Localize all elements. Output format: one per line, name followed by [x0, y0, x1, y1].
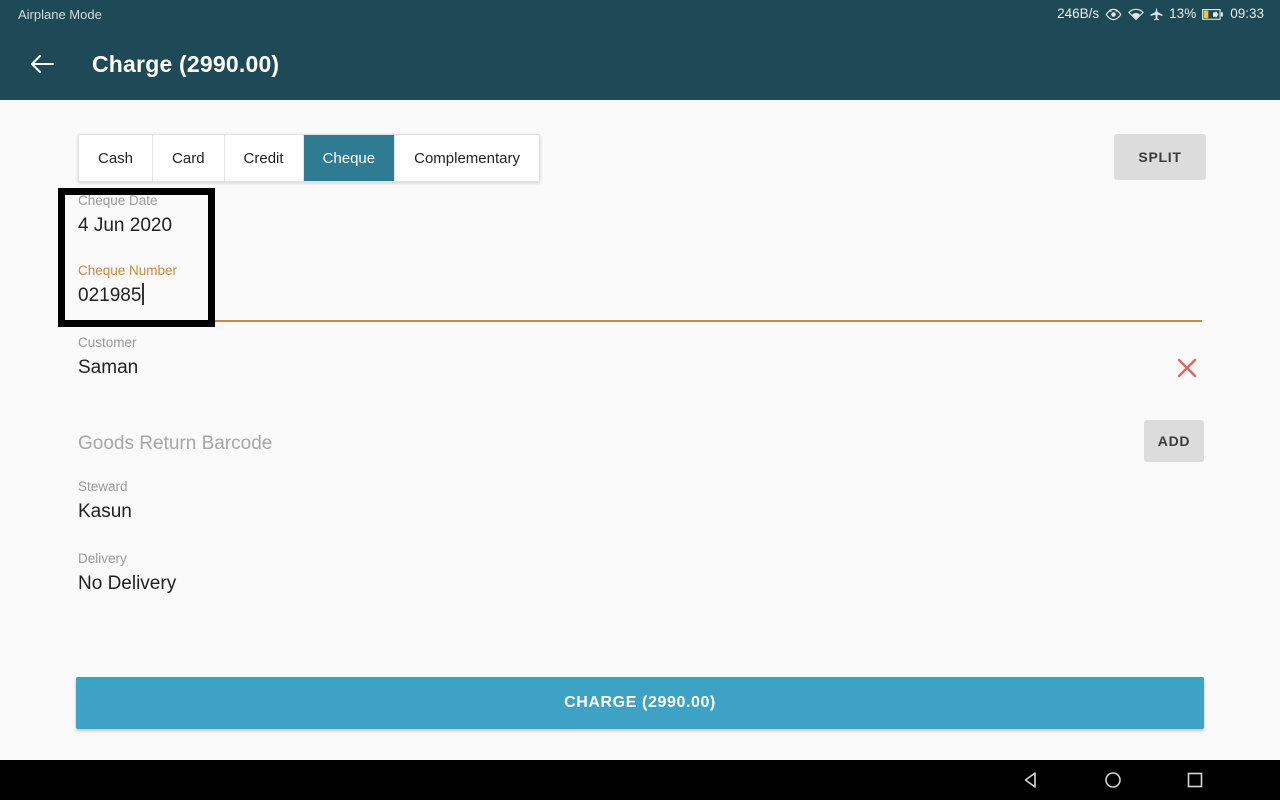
cheque-date-field[interactable]: Cheque Date 4 Jun 2020 — [78, 192, 1202, 240]
goods-return-barcode-input[interactable]: Goods Return Barcode — [78, 430, 1202, 458]
split-button[interactable]: SPLIT — [1114, 134, 1206, 180]
battery-icon — [1202, 8, 1224, 21]
cheque-date-label: Cheque Date — [78, 193, 158, 208]
cheque-number-underline — [78, 320, 1202, 322]
goods-return-barcode-field[interactable]: Goods Return Barcode — [78, 430, 1202, 458]
airplane-mode-label: Airplane Mode — [18, 6, 102, 22]
android-navigation-bar — [0, 760, 1280, 800]
status-bar-right: 246B/s 13% 09:33 — [1057, 7, 1270, 21]
delivery-label: Delivery — [78, 551, 127, 566]
payment-method-tabs: Cash Card Credit Cheque Complementary — [78, 134, 540, 182]
status-bar-left: Airplane Mode — [10, 8, 102, 21]
network-speed-label: 246B/s — [1057, 6, 1100, 22]
customer-label: Customer — [78, 335, 137, 350]
customer-field[interactable]: Customer Saman — [78, 334, 1202, 382]
cheque-date-value: 4 Jun 2020 — [78, 215, 173, 236]
main-content: Cash Card Credit Cheque Complementary SP… — [0, 100, 1280, 760]
text-caret — [142, 283, 144, 305]
app-bar: Charge (2990.00) — [0, 28, 1280, 100]
delivery-field[interactable]: Delivery No Delivery — [78, 550, 1202, 598]
steward-value: Kasun — [78, 501, 132, 522]
nav-home-circle-icon[interactable] — [1072, 760, 1154, 800]
back-arrow-icon[interactable] — [14, 36, 70, 92]
delivery-value: No Delivery — [78, 573, 177, 594]
customer-value: Saman — [78, 357, 139, 378]
cheque-number-field[interactable]: Cheque Number 021985 — [78, 262, 1202, 310]
device-screen: Airplane Mode 246B/s 13% 09:33 Charge (2… — [0, 0, 1280, 800]
tab-complementary[interactable]: Complementary — [395, 135, 539, 181]
cheque-number-input[interactable]: 021985 — [78, 282, 1202, 310]
airplane-icon — [1150, 7, 1163, 21]
page-title: Charge (2990.00) — [92, 50, 280, 77]
tab-credit[interactable]: Credit — [224, 135, 304, 181]
close-x-icon[interactable] — [1172, 353, 1202, 383]
charge-button[interactable]: CHARGE (2990.00) — [76, 677, 1204, 729]
android-status-bar: Airplane Mode 246B/s 13% 09:33 — [0, 0, 1280, 28]
eye-icon — [1105, 8, 1122, 21]
nav-recents-square-icon[interactable] — [1154, 760, 1236, 800]
cheque-number-value: 021985 — [78, 285, 142, 306]
clock-label: 09:33 — [1230, 6, 1264, 22]
wifi-icon — [1128, 8, 1145, 21]
steward-label: Steward — [78, 479, 128, 494]
nav-back-triangle-icon[interactable] — [990, 760, 1072, 800]
cheque-number-label: Cheque Number — [78, 263, 178, 278]
add-button[interactable]: ADD — [1144, 420, 1204, 462]
steward-field[interactable]: Steward Kasun — [78, 478, 1202, 526]
tab-cash[interactable]: Cash — [79, 135, 154, 181]
battery-percent-label: 13% — [1169, 6, 1197, 22]
tab-card[interactable]: Card — [153, 135, 225, 181]
tab-cheque[interactable]: Cheque — [303, 135, 396, 181]
